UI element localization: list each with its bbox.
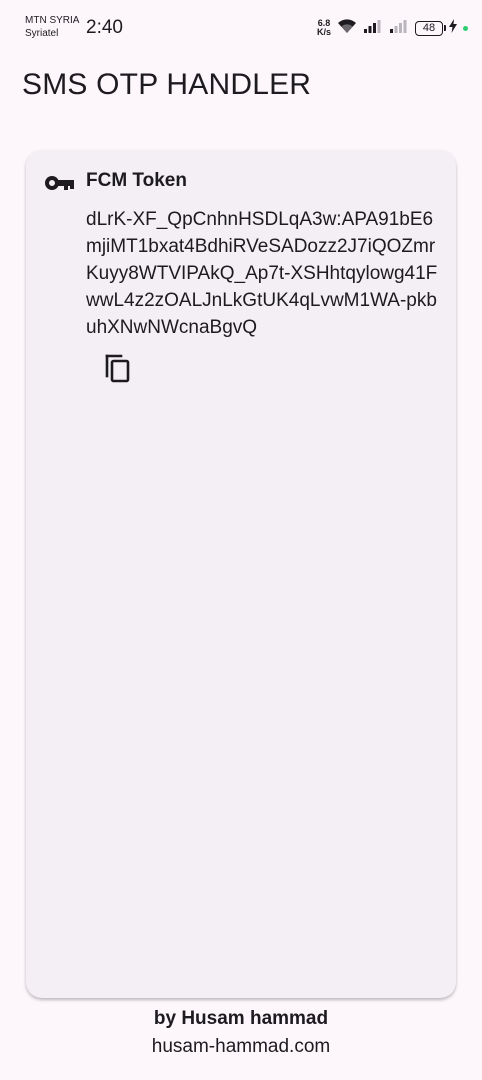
status-clock: 2:40 (86, 17, 123, 38)
carrier-info: MTN SYRIA Syriatel (25, 14, 79, 40)
signal-icon (363, 18, 383, 39)
network-speed: 6.8 K/s (317, 19, 331, 37)
network-speed-unit: K/s (316, 27, 331, 37)
status-bar: MTN SYRIA Syriatel 2:40 6.8 K/s 48 (0, 0, 482, 56)
footer: by Husam hammad husam-hammad.com (0, 1006, 482, 1060)
signal-icon-secondary (389, 18, 409, 39)
app-title: SMS OTP HANDLER (22, 68, 312, 101)
token-value: dLrK-XF_QpCnhnHSDLqA3w:APA91bE6mjiMT1bxa… (86, 209, 438, 338)
copy-button[interactable] (94, 346, 142, 394)
notification-dot (463, 25, 468, 31)
footer-author: by Husam hammad (153, 1008, 329, 1029)
key-icon (44, 172, 76, 194)
footer-link[interactable]: husam-hammad.com (0, 1034, 482, 1060)
charging-icon (449, 18, 457, 38)
carrier-primary: MTN SYRIA (25, 15, 80, 26)
token-title: FCM Token (86, 170, 187, 191)
battery-level: 48 (422, 21, 436, 34)
battery-icon: 48 (415, 20, 446, 36)
wifi-icon (337, 18, 357, 39)
fcm-token-card: FCM Token dLrK-XF_QpCnhnHSDLqA3w:APA91bE… (26, 150, 456, 998)
carrier-secondary: Syriatel (25, 28, 59, 39)
copy-icon (103, 352, 133, 389)
status-icons: 6.8 K/s 48 (317, 16, 468, 40)
